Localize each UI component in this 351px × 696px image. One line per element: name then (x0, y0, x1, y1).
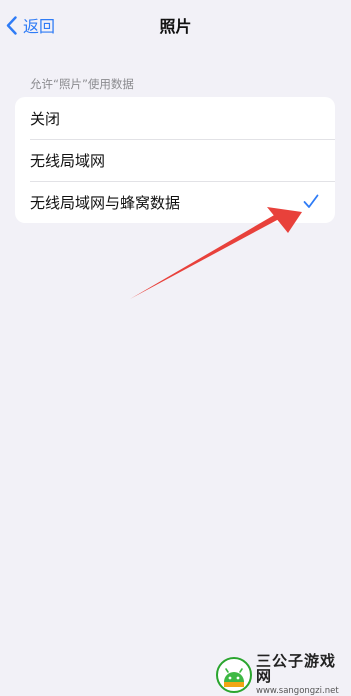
page-title: 照片 (159, 17, 192, 36)
option-label: 无线局域网 (30, 151, 106, 170)
section-header: 允许“照片”使用数据 (30, 77, 134, 91)
watermark-url: www.sangongzi.net (256, 685, 339, 696)
data-usage-options: 关闭 无线局域网 无线局域网与蜂窝数据 (15, 97, 335, 223)
option-off[interactable]: 关闭 (15, 97, 335, 139)
watermark: 三公子游戏网 www.sangongzi.net (216, 651, 351, 696)
android-logo-icon (216, 656, 252, 693)
watermark-title: 三公子游戏网 (256, 651, 337, 685)
option-wlan[interactable]: 无线局域网 (15, 139, 335, 181)
checkmark-icon (303, 194, 319, 208)
option-wlan-and-cellular[interactable]: 无线局域网与蜂窝数据 (15, 181, 335, 223)
option-label: 关闭 (30, 109, 61, 128)
navigation-bar: 返回 照片 (0, 0, 351, 50)
option-label: 无线局域网与蜂窝数据 (30, 193, 181, 212)
